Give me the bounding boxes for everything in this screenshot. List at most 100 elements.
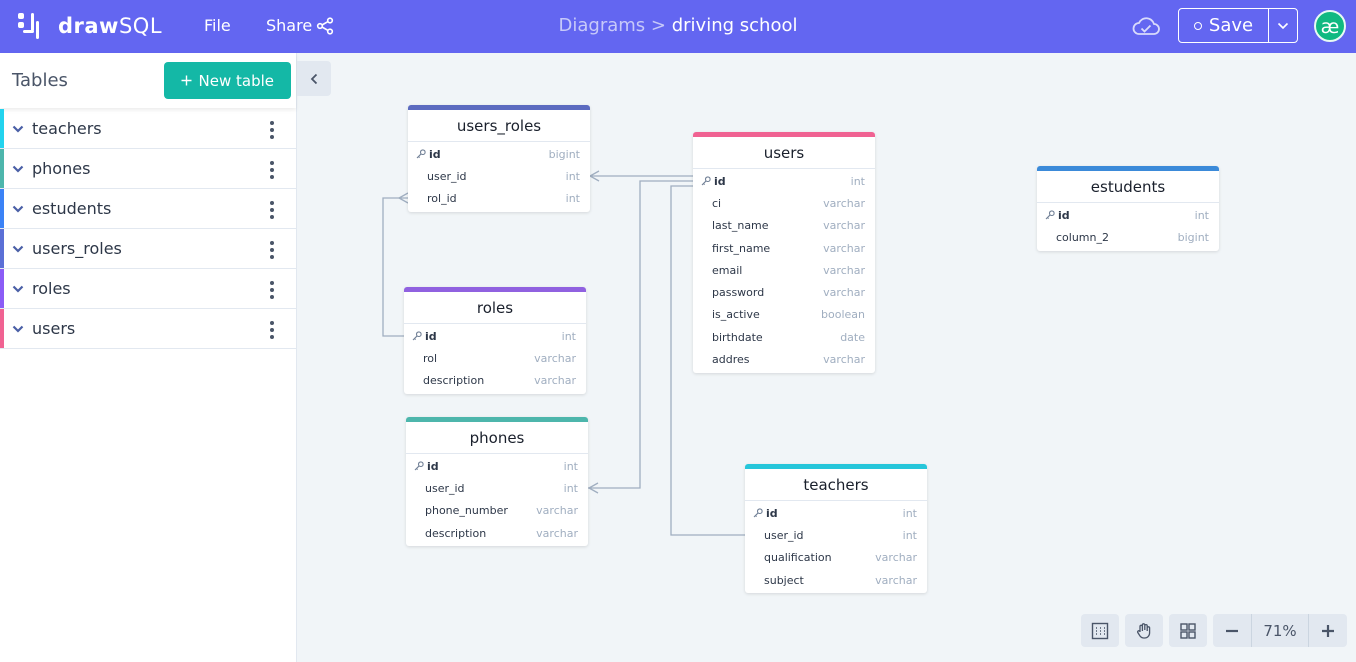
column-row[interactable]: id int <box>406 455 588 477</box>
table-title[interactable]: phones <box>406 422 588 454</box>
table-color-bar <box>0 269 4 308</box>
column-row[interactable]: addres varchar <box>693 348 875 370</box>
pan-tool-button[interactable] <box>1125 614 1163 647</box>
column-name: addres <box>712 353 750 367</box>
zoom-out-button[interactable] <box>1213 614 1251 647</box>
chevron-down-icon[interactable] <box>12 325 24 333</box>
column-row[interactable]: phone_number varchar <box>406 500 588 522</box>
column-name: ci <box>712 196 722 210</box>
breadcrumb-diagrams[interactable]: Diagrams > <box>559 15 666 36</box>
sidebar-item-roles[interactable]: roles <box>0 269 296 309</box>
column-row[interactable]: subject varchar <box>745 569 927 591</box>
column-name: rol <box>423 351 438 365</box>
sidebar-item-label: teachers <box>32 119 102 138</box>
column-row[interactable]: user_id int <box>408 165 590 187</box>
chevron-down-icon[interactable] <box>12 285 24 293</box>
primary-key-icon <box>414 461 424 471</box>
column-type: varchar <box>875 573 917 587</box>
column-type: int <box>565 192 580 206</box>
fit-view-button[interactable] <box>1081 614 1119 647</box>
column-row[interactable]: user_id int <box>406 477 588 499</box>
column-row[interactable]: rol_id int <box>408 188 590 210</box>
column-row[interactable]: is_active boolean <box>693 304 875 326</box>
table-title[interactable]: users_roles <box>408 110 590 142</box>
primary-key-icon <box>701 176 711 186</box>
sidebar-item-users-roles[interactable]: users_roles <box>0 229 296 269</box>
new-table-button[interactable]: New table <box>163 62 291 99</box>
more-options-icon[interactable] <box>270 241 274 259</box>
zoom-level: 71% <box>1251 614 1309 647</box>
table-roles[interactable]: roles id int rol varchar description varchar <box>404 287 586 394</box>
table-users[interactable]: users id int ci varchar last_name varchar first… <box>693 132 875 373</box>
column-name: password <box>712 286 765 300</box>
user-avatar[interactable]: æ <box>1314 10 1346 42</box>
column-type: varchar <box>823 219 865 233</box>
table-phones[interactable]: phones id int user_id int phone_number varchar… <box>406 417 588 547</box>
more-options-icon[interactable] <box>270 321 274 339</box>
column-row[interactable]: last_name varchar <box>693 215 875 237</box>
save-options-button[interactable] <box>1269 9 1297 42</box>
column-row[interactable]: user_id int <box>745 524 927 546</box>
column-row[interactable]: id int <box>404 325 586 347</box>
chevron-down-icon[interactable] <box>12 125 24 133</box>
column-type: int <box>850 174 865 188</box>
sidebar-item-users[interactable]: users <box>0 309 296 349</box>
column-type: boolean <box>821 308 865 322</box>
plus-icon <box>181 75 192 86</box>
column-type: varchar <box>875 551 917 565</box>
chevron-down-icon <box>1277 22 1289 29</box>
table-teachers[interactable]: teachers id int user_id int qualification varc… <box>745 464 927 594</box>
column-row[interactable]: qualification varchar <box>745 547 927 569</box>
unsaved-dot-icon <box>1193 21 1202 30</box>
column-row[interactable]: description varchar <box>406 522 588 544</box>
column-name: user_id <box>425 481 465 495</box>
more-options-icon[interactable] <box>270 121 274 139</box>
more-options-icon[interactable] <box>270 161 274 179</box>
plus-icon <box>1322 624 1334 637</box>
table-title[interactable]: teachers <box>745 469 927 501</box>
chevron-down-icon[interactable] <box>12 165 24 173</box>
column-row[interactable]: id int <box>1037 204 1219 226</box>
table-estudents[interactable]: estudents id int column_2 bigint <box>1037 166 1219 251</box>
column-name: user_id <box>764 528 804 542</box>
sidebar-item-estudents[interactable]: estudents <box>0 189 296 229</box>
more-options-icon[interactable] <box>270 281 274 299</box>
table-title[interactable]: roles <box>404 292 586 324</box>
column-row[interactable]: id bigint <box>408 143 590 165</box>
save-button[interactable]: Save <box>1179 9 1269 42</box>
diagram-canvas[interactable]: users_roles id bigint user_id int rol_id int us… <box>298 53 1356 662</box>
column-type: int <box>1194 208 1209 222</box>
table-color-bar <box>0 229 4 268</box>
column-row[interactable]: id int <box>693 170 875 192</box>
column-row[interactable]: id int <box>745 502 927 524</box>
column-name: column_2 <box>1056 230 1109 244</box>
column-row[interactable]: description varchar <box>404 370 586 392</box>
column-row[interactable]: first_name varchar <box>693 237 875 259</box>
column-name: description <box>423 374 485 388</box>
table-title[interactable]: users <box>693 137 875 169</box>
sidebar-item-phones[interactable]: phones <box>0 149 296 189</box>
chevron-down-icon[interactable] <box>12 205 24 213</box>
cloud-sync-icon[interactable] <box>1131 14 1161 38</box>
table-color-bar <box>0 149 4 188</box>
more-options-icon[interactable] <box>270 201 274 219</box>
table-users-roles[interactable]: users_roles id bigint user_id int rol_id int <box>408 105 590 212</box>
column-row[interactable]: rol varchar <box>404 347 586 369</box>
column-type: varchar <box>823 286 865 300</box>
column-type: bigint <box>548 147 580 161</box>
minus-icon <box>1226 629 1238 632</box>
column-type: varchar <box>536 504 578 518</box>
column-row[interactable]: password varchar <box>693 281 875 303</box>
sidebar-title: Tables <box>12 70 68 91</box>
sidebar-item-teachers[interactable]: teachers <box>0 109 296 149</box>
column-row[interactable]: birthdate date <box>693 326 875 348</box>
column-row[interactable]: ci varchar <box>693 192 875 214</box>
column-name: id <box>425 329 437 343</box>
column-row[interactable]: column_2 bigint <box>1037 226 1219 248</box>
diagram-name[interactable]: driving school <box>672 15 798 36</box>
table-title[interactable]: estudents <box>1037 171 1219 203</box>
column-row[interactable]: email varchar <box>693 259 875 281</box>
grid-view-button[interactable] <box>1169 614 1207 647</box>
zoom-in-button[interactable] <box>1309 614 1347 647</box>
chevron-down-icon[interactable] <box>12 245 24 253</box>
